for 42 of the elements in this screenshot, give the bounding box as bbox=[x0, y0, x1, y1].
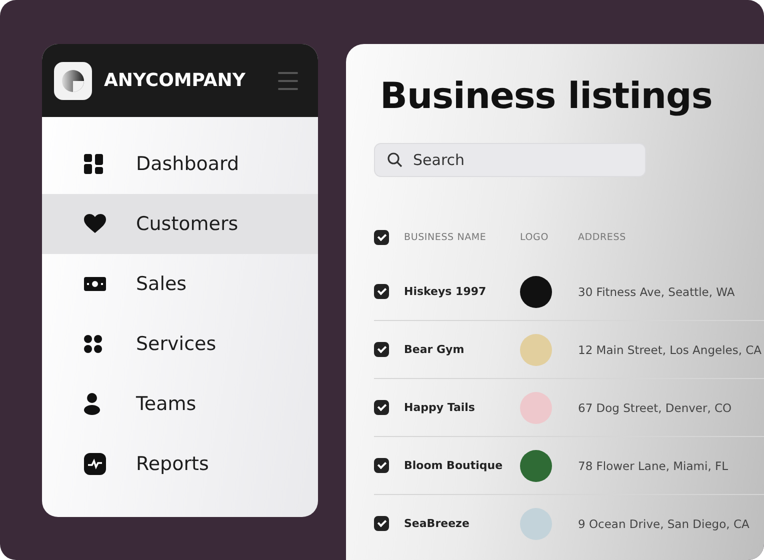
checkbox[interactable] bbox=[374, 458, 389, 473]
nav-label: Services bbox=[136, 333, 216, 355]
business-name: Hiskeys 1997 bbox=[404, 285, 488, 298]
search-icon bbox=[387, 152, 403, 168]
nav-item[interactable]: Teams bbox=[42, 374, 318, 434]
checkbox[interactable] bbox=[374, 342, 389, 357]
address: 67 Dog Street, Denver, CO bbox=[578, 400, 733, 414]
address: 78 Flower Lane, Miami, FL bbox=[578, 458, 730, 472]
column-header: BUSINESS NAME bbox=[404, 232, 488, 242]
nav-item[interactable]: Customers bbox=[42, 194, 318, 254]
four-dots-icon bbox=[84, 335, 102, 353]
nav-item[interactable]: Dashboard bbox=[42, 134, 318, 194]
checkbox[interactable] bbox=[374, 516, 389, 531]
pulse-chart-icon bbox=[84, 453, 106, 475]
business-name: Happy Tails bbox=[404, 401, 476, 414]
address: 30 Fitness Ave, Seattle, WA bbox=[578, 284, 736, 298]
nav-item[interactable]: Services bbox=[42, 314, 318, 374]
cash-icon bbox=[84, 277, 106, 291]
page-title: Business listings bbox=[380, 76, 714, 117]
nav-label: Dashboard bbox=[136, 153, 240, 175]
address: 9 Ocean Drive, San Diego, CA bbox=[578, 516, 750, 530]
address: 12 Main Street, Los Angeles, CA bbox=[578, 342, 763, 356]
nav-item[interactable]: Reports bbox=[42, 434, 318, 494]
column-header: LOGO bbox=[520, 232, 550, 242]
heart-icon bbox=[84, 214, 106, 234]
column-header: ADDRESS bbox=[578, 232, 627, 242]
checkbox[interactable] bbox=[374, 284, 389, 299]
dashboard-grid-icon bbox=[84, 154, 104, 174]
checkbox[interactable] bbox=[374, 230, 389, 244]
brand-name: ANYCOMPANY bbox=[104, 70, 246, 91]
nav-label: Reports bbox=[136, 453, 209, 475]
nav-item[interactable]: Sales bbox=[42, 254, 318, 314]
checkbox[interactable] bbox=[374, 400, 389, 415]
business-name: Bear Gym bbox=[404, 343, 466, 356]
nav-label: Customers bbox=[136, 213, 238, 235]
business-name: Bloom Boutique bbox=[404, 459, 504, 472]
person-icon bbox=[84, 393, 100, 415]
search-field[interactable]: Search bbox=[374, 143, 646, 177]
brand-logo-icon bbox=[54, 62, 92, 100]
business-name: SeaBreeze bbox=[404, 517, 470, 530]
nav-label: Teams bbox=[136, 393, 196, 415]
nav-label: Sales bbox=[136, 273, 187, 295]
